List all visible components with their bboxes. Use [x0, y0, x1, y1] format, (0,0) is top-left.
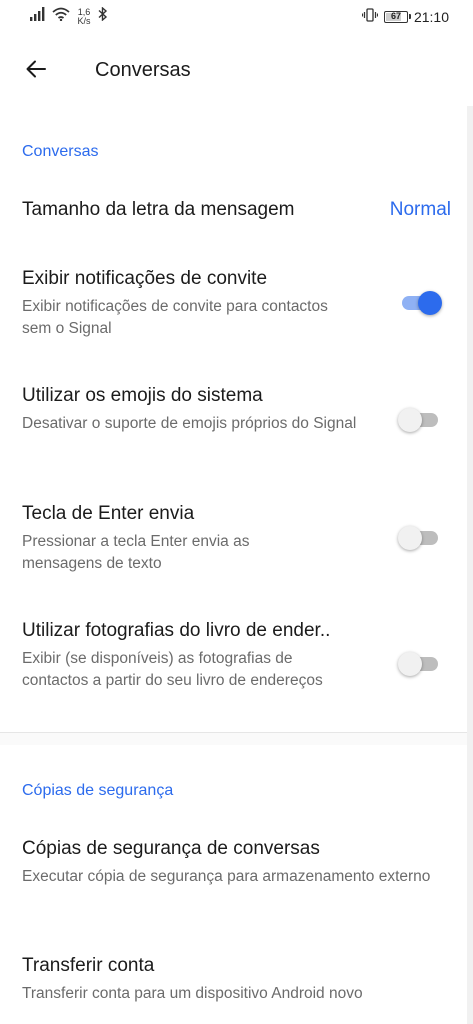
pref-address-book-photos[interactable]: Utilizar fotografias do livro de ender..… [0, 620, 467, 720]
section-header-backups: Cópias de segurança [22, 782, 174, 799]
battery-level: 67 [390, 10, 401, 21]
pref-enter-sends[interactable]: Tecla de Enter envia Pressionar a tecla … [0, 503, 467, 583]
toggle-knob [398, 526, 422, 550]
invite-notifications-toggle[interactable] [402, 291, 442, 315]
pref-enter-sends-title: Tecla de Enter envia [22, 503, 195, 524]
pref-address-book-photos-summary: Exibir (se disponíveis) as fotografias d… [22, 650, 323, 689]
toggle-knob [398, 408, 422, 432]
pref-transfer-account-summary: Transferir conta para um dispositivo And… [22, 985, 363, 1002]
wifi-icon [52, 7, 70, 26]
pref-invite-notifications-summary: Exibir notificações de convite para cont… [22, 298, 328, 337]
arrow-left-icon [24, 57, 48, 86]
scroll-edge [467, 106, 473, 1024]
status-bar: 1,6 K/s 67 21:10 [0, 0, 473, 36]
page-title: Conversas [95, 59, 191, 81]
toggle-knob [398, 652, 422, 676]
battery-icon: 67 [383, 10, 411, 23]
pref-chat-backups[interactable]: Cópias de segurança de conversas Executa… [0, 838, 467, 908]
toggle-knob [418, 291, 442, 315]
back-button[interactable] [16, 51, 56, 91]
system-emoji-toggle[interactable] [398, 408, 438, 432]
vibrate-icon [361, 8, 379, 25]
signal-icon [30, 7, 46, 26]
pref-transfer-account-title: Transferir conta [22, 955, 155, 976]
enter-sends-toggle[interactable] [398, 526, 438, 550]
pref-font-size-title: Tamanho da letra da mensagem [22, 199, 295, 220]
status-right: 67 21:10 [361, 8, 449, 25]
section-divider-band [0, 733, 467, 745]
pref-chat-backups-title: Cópias de segurança de conversas [22, 838, 320, 859]
bluetooth-icon [98, 6, 108, 26]
status-left: 1,6 K/s [30, 6, 108, 26]
network-speed-unit: K/s [77, 15, 91, 26]
pref-invite-notifications[interactable]: Exibir notificações de convite Exibir no… [0, 268, 467, 348]
pref-font-size[interactable]: Tamanho da letra da mensagem Normal [0, 199, 467, 239]
pref-system-emoji-title: Utilizar os emojis do sistema [22, 385, 263, 406]
pref-system-emoji[interactable]: Utilizar os emojis do sistema Desativar … [0, 385, 467, 465]
pref-font-size-value: Normal [389, 199, 451, 220]
app-bar: Conversas [0, 36, 473, 106]
pref-invite-notifications-title: Exibir notificações de convite [22, 268, 268, 289]
pref-chat-backups-summary: Executar cópia de segurança para armazen… [22, 868, 431, 885]
pref-transfer-account[interactable]: Transferir conta Transferir conta para u… [0, 955, 467, 1015]
network-speed: 1,6 K/s [76, 7, 92, 26]
pref-address-book-photos-title: Utilizar fotografias do livro de ender.. [22, 620, 331, 641]
pref-system-emoji-summary: Desativar o suporte de emojis próprios d… [22, 415, 357, 432]
section-header-conversas: Conversas [22, 143, 99, 160]
pref-enter-sends-summary: Pressionar a tecla Enter envia as mensag… [22, 533, 250, 572]
clock: 21:10 [413, 8, 449, 25]
address-book-photos-toggle[interactable] [398, 652, 438, 676]
